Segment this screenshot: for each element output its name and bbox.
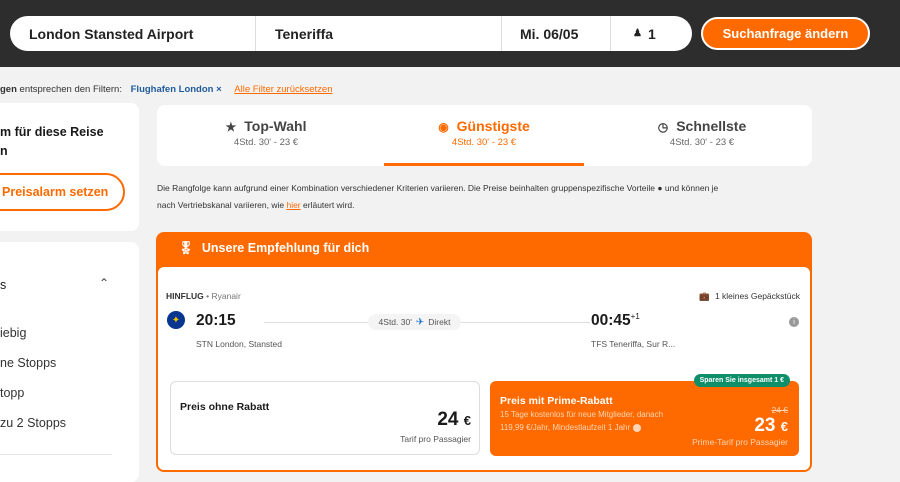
old-price: 24 €: [771, 405, 788, 415]
info-link[interactable]: hier: [286, 200, 300, 210]
tab-fastest[interactable]: ◷ Schnellste 4Std. 30' - 23 €: [593, 105, 811, 166]
passengers-field[interactable]: ♟ 1: [611, 16, 692, 51]
arrival-time: 00:45+1: [591, 312, 640, 330]
chevron-up-icon[interactable]: ⌃: [99, 276, 109, 290]
ranking-note: Die Rangfolge kann aufgrund einer Kombin…: [157, 183, 719, 210]
arrival-airport: TFS Teneriffa, Sur R...: [591, 339, 676, 349]
plane-icon: ✈: [415, 316, 425, 328]
top-bar: London Stansted Airport Teneriffa Mi. 06…: [0, 0, 900, 67]
filter-summary: gen entsprechen den Filtern: Flughafen L…: [0, 84, 333, 95]
price-prime-option[interactable]: Sparen Sie insgesamt 1 € Preis mit Prime…: [490, 374, 799, 456]
price-standard-option[interactable]: Preis ohne Rabatt 24 € Tarif pro Passagi…: [170, 381, 480, 455]
date-field[interactable]: Mi. 06/05: [502, 16, 611, 51]
recommended-flight-card[interactable]: 🎖 Unsere Empfehlung für dich HINFLUG • Ry…: [156, 232, 812, 472]
stops-option-two-stops[interactable]: zu 2 Stopps: [0, 416, 66, 430]
reset-filters-link[interactable]: Alle Filter zurücksetzen: [234, 84, 332, 95]
flight-details: HINFLUG • Ryanair 💼 1 kleines Gepäckstück…: [158, 267, 810, 470]
set-price-alert-button[interactable]: Preisalarm setzen: [0, 173, 125, 211]
stops-filter-panel: s ⌃ iebig ne Stopps topp zu 2 Stopps: [0, 242, 139, 482]
change-search-button[interactable]: Suchanfrage ändern: [701, 17, 870, 50]
clock-icon: ◷: [657, 120, 669, 134]
stops-filter-header[interactable]: s: [0, 278, 6, 292]
person-icon: ♟: [633, 28, 642, 39]
destination-field[interactable]: Teneriffa: [256, 16, 502, 51]
sort-tabs: ★ Top-Wahl 4Std. 30' - 23 € ◉ Günstigste 4…: [157, 105, 812, 166]
bag-icon: 💼: [699, 291, 710, 301]
price-standard-value: 24 €: [437, 409, 471, 430]
piggy-bank-icon: ◉: [438, 120, 449, 134]
tab-cheapest[interactable]: ◉ Günstigste 4Std. 30' - 23 €: [375, 105, 593, 166]
search-summary[interactable]: London Stansted Airport Teneriffa Mi. 06…: [10, 16, 692, 51]
departure-airport: STN London, Stansted: [196, 339, 283, 349]
ryanair-logo: ✦: [167, 311, 185, 329]
departure-time: 20:15: [196, 312, 236, 329]
origin-field[interactable]: London Stansted Airport: [10, 16, 256, 51]
divider: [0, 454, 112, 455]
price-prime-value: 23 €: [754, 415, 788, 436]
star-icon: ★: [225, 120, 237, 134]
filter-chip-london[interactable]: Flughafen London ×: [131, 84, 222, 95]
stops-option-any[interactable]: iebig: [0, 326, 26, 340]
price-alert-panel: m für diese Reise n Preisalarm setzen: [0, 103, 139, 231]
info-icon[interactable]: [633, 423, 642, 432]
savings-badge: Sparen Sie insgesamt 1 €: [693, 374, 790, 387]
duration-pill: 4Std. 30' ✈ Direkt: [368, 314, 461, 330]
stops-option-nonstop[interactable]: ne Stopps: [0, 356, 56, 370]
info-icon[interactable]: i: [789, 317, 799, 327]
medal-icon: 🎖: [178, 241, 194, 255]
stops-option-one-stop[interactable]: topp: [0, 386, 24, 400]
tab-top-choice[interactable]: ★ Top-Wahl 4Std. 30' - 23 €: [157, 105, 375, 166]
